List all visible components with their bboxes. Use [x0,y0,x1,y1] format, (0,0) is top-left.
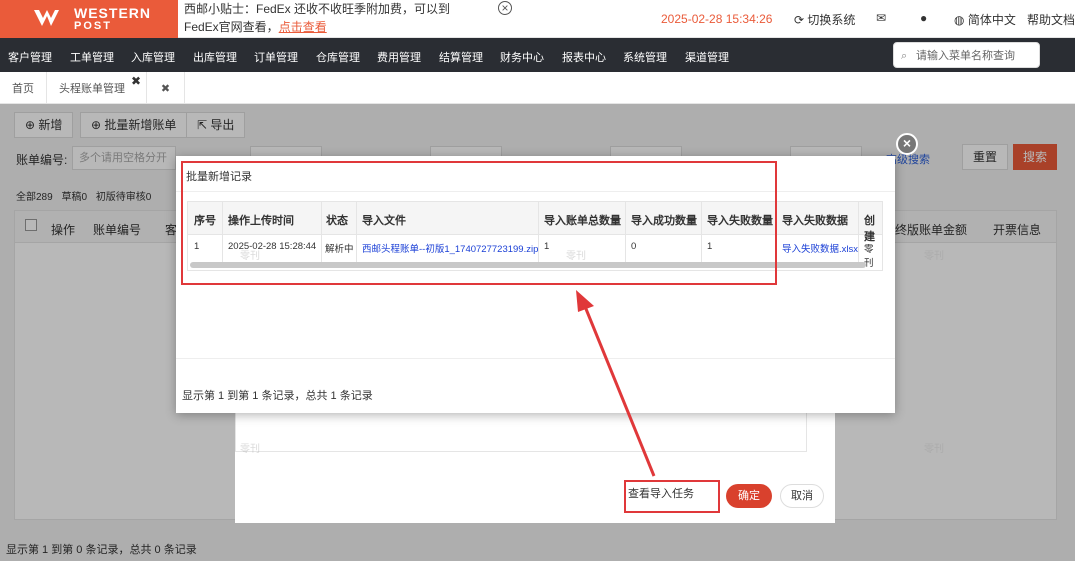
nav-item-finance[interactable]: 财务中心 [500,49,544,65]
nav-item-system[interactable]: 系统管理 [623,49,667,65]
nav-item-warehouse[interactable]: 仓库管理 [316,49,360,65]
logo-text-line1: WESTERN [74,5,151,21]
confirm-button[interactable]: 确定 [726,484,772,508]
top-bar: WESTERN POST 西邮小贴士：FedEx 还收不收旺季附加费，可以到Fe… [0,0,1075,38]
nav-item-outbound[interactable]: 出库管理 [193,49,237,65]
nav-item-settlement[interactable]: 结算管理 [439,49,483,65]
switch-system-label: 切换系统 [807,13,856,27]
close-all-tabs-icon[interactable]: ✖ [147,72,185,104]
nav-item-channel[interactable]: 渠道管理 [685,49,729,65]
nav-item-order[interactable]: 订单管理 [254,49,298,65]
cancel-button[interactable]: 取消 [780,484,824,508]
modal-divider [176,358,895,359]
watermark-text: 零刊 [240,251,260,262]
main-nav: 客户管理 工单管理 入库管理 出库管理 订单管理 仓库管理 费用管理 结算管理 … [0,38,1075,72]
language-label: 简体中文 [967,13,1016,27]
globe-icon: ◍ [954,13,965,27]
notice-link[interactable]: 点击查看 [279,20,327,34]
watermark-text: 零刊 [924,251,944,262]
logo-text-line2: POST [74,20,112,32]
nav-item-workorder[interactable]: 工单管理 [70,49,114,65]
menu-search-input[interactable]: ⌕ 请输入菜单名称查询 [893,42,1040,68]
watermark-text: 零刊 [240,444,260,455]
col-creator: 创建 [864,215,875,243]
watermark-text: 零刊 [566,251,586,262]
annotation-box-view-task [624,480,720,513]
tab-bar: 首页 头程账单管理 ✖ ✖ [0,72,1075,104]
cell-failed-data-link[interactable]: 导入失败数据.xlsx [782,241,858,255]
modal-close-icon[interactable]: × [896,133,918,155]
annotation-box-table [181,161,777,285]
user-icon[interactable]: ● [920,11,927,25]
refresh-icon: ⟳ [794,13,805,27]
nav-item-customer[interactable]: 客户管理 [8,49,52,65]
watermark-text: 零刊 [924,444,944,455]
nav-item-report[interactable]: 报表中心 [562,49,606,65]
batch-add-dialog: 查看导入任务 确定 取消 [235,410,835,523]
tab-close-icon[interactable]: ✖ [131,64,141,98]
batch-add-dialog-body [235,410,807,452]
nav-item-inbound[interactable]: 入库管理 [131,49,175,65]
column-divider [858,202,859,262]
current-datetime: 2025-02-28 15:34:26 [661,12,773,26]
tab-firstleg-bill-label: 头程账单管理 [59,83,125,95]
mail-icon[interactable]: ✉ [876,11,886,25]
menu-search-placeholder: 请输入菜单名称查询 [916,50,1015,62]
tab-firstleg-bill[interactable]: 头程账单管理 ✖ [47,72,147,104]
cell-creator: 零刊 [864,244,874,269]
logo[interactable]: WESTERN POST [0,0,178,38]
notice-banner: 西邮小贴士：FedEx 还收不收旺季附加费，可以到FedEx官网查看，点击查看 [184,0,484,36]
search-icon: ⌕ [901,50,908,62]
logo-mark-icon [34,10,59,26]
help-docs-link[interactable]: 帮助文档 [1027,11,1075,28]
col-failed-data: 导入失败数据 [782,215,848,227]
language-select[interactable]: ◍ 简体中文 [954,11,1016,28]
notice-close-icon[interactable]: × [498,1,512,15]
tab-home[interactable]: 首页 [0,72,47,104]
switch-system-button[interactable]: ⟳ 切换系统 [794,11,855,28]
modal-footer-count: 显示第 1 到第 1 条记录，总共 1 条记录 [182,390,373,402]
nav-item-fee[interactable]: 费用管理 [377,49,421,65]
